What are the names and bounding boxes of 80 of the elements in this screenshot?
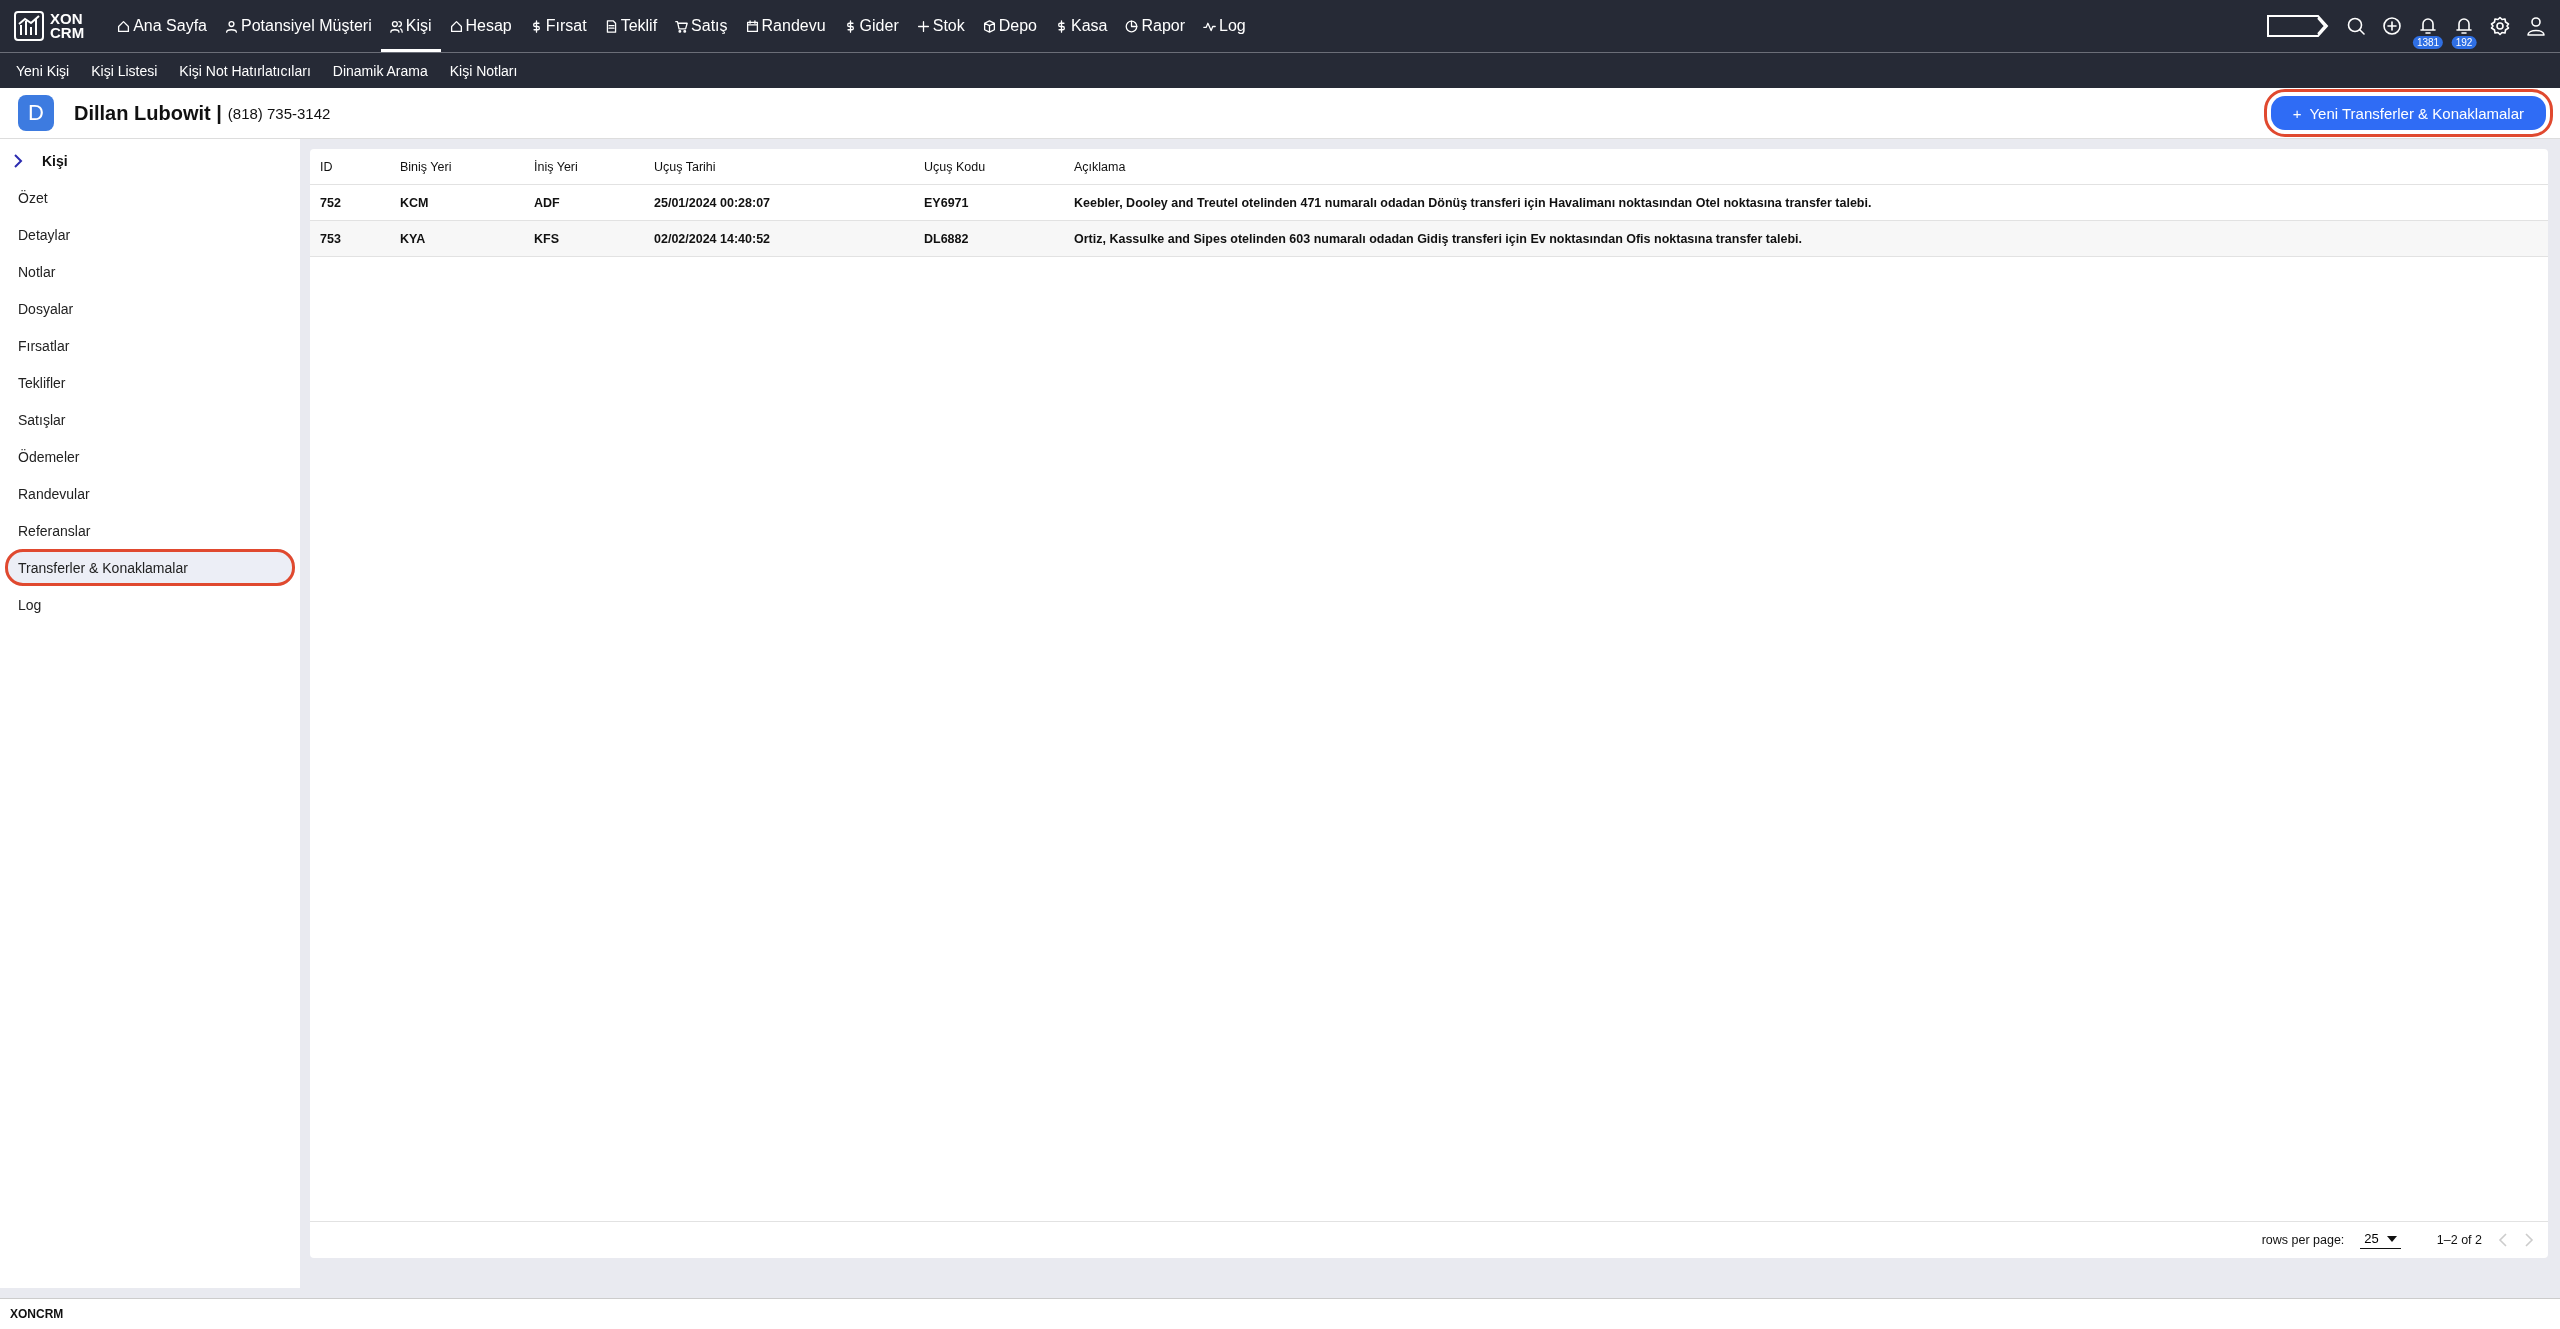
- pie-chart-icon: [1125, 19, 1139, 33]
- status-bar: XONCRM: [0, 1298, 2560, 1329]
- sidebar-item[interactable]: Satışlar: [5, 401, 295, 438]
- dollar-icon: [1055, 19, 1068, 33]
- column-header: Uçuş Tarihi: [644, 149, 914, 185]
- table-cell: DL6882: [914, 220, 1064, 257]
- page-range: 1–2 of 2: [2436, 1233, 2482, 1247]
- sidebar-item[interactable]: Transferler & Konaklamalar: [5, 549, 295, 586]
- sidebar-item[interactable]: Referanslar: [5, 512, 295, 549]
- nav-tab[interactable]: Satış: [666, 0, 737, 52]
- nav-tab[interactable]: Rapor: [1116, 0, 1195, 52]
- sidebar-item[interactable]: Dosyalar: [5, 290, 295, 327]
- table-cell: 753: [310, 220, 390, 257]
- sidebar-item[interactable]: Detaylar: [5, 216, 295, 253]
- sidebar-title: Kişi: [42, 153, 68, 169]
- contact-name: Dillan Lubowit |: [74, 101, 222, 125]
- table-cell: ADF: [524, 184, 644, 221]
- nav-tab[interactable]: Kasa: [1046, 0, 1117, 52]
- rows-per-page-label: rows per page:: [2261, 1233, 2345, 1247]
- sub-nav-link[interactable]: Kişi Notları: [441, 62, 526, 79]
- bell-icon[interactable]: [2418, 16, 2438, 36]
- search-icon[interactable]: [2346, 16, 2366, 36]
- sub-nav-link[interactable]: Dinamik Arama: [324, 62, 436, 79]
- table-cell: Keebler, Dooley and Treutel otelinden 471 numaralı odadan Dönüş transferi için Havalimanı noktasından Otel noktasına transfer talebi.: [1064, 184, 2548, 221]
- column-header: ID: [310, 149, 390, 185]
- user-icon[interactable]: [2526, 16, 2546, 36]
- table-cell: KYA: [390, 220, 524, 257]
- nav-tab[interactable]: Fırsat: [520, 0, 596, 52]
- nav-tab[interactable]: Hesap: [440, 0, 521, 52]
- nav-tab[interactable]: Stok: [907, 0, 974, 52]
- nav-tab[interactable]: Teklif: [595, 0, 667, 52]
- sidebar-item[interactable]: Log: [5, 586, 295, 623]
- count-badge: 192: [2451, 36, 2477, 49]
- nav-tab[interactable]: Potansiyel Müşteri: [216, 0, 381, 52]
- brand-name: XON CRM: [50, 12, 85, 40]
- arrow-icon: [2266, 14, 2330, 38]
- column-header: Uçuş Kodu: [914, 149, 1064, 185]
- rows-per-page-select[interactable]: 25: [2360, 1231, 2401, 1249]
- nav-tab[interactable]: Gider: [834, 0, 908, 52]
- cart-icon: [675, 19, 689, 33]
- table-cell: EY6971: [914, 184, 1064, 221]
- column-header: İniş Yeri: [524, 149, 644, 185]
- sub-nav-link[interactable]: Kişi Not Hatırlatıcıları: [171, 62, 319, 79]
- nav-tab[interactable]: Ana Sayfa: [108, 0, 216, 52]
- box-icon: [982, 19, 996, 33]
- dropdown-caret-icon: [2386, 1235, 2397, 1242]
- column-header: Biniş Yeri: [390, 149, 524, 185]
- nav-tab[interactable]: Randevu: [736, 0, 835, 52]
- people-icon: [389, 19, 403, 33]
- person-icon: [225, 19, 238, 33]
- sub-nav-link[interactable]: Yeni Kişi: [8, 62, 78, 79]
- plus-icon: [916, 19, 930, 33]
- column-header: Açıklama: [1064, 149, 2548, 185]
- bar-chart-logo-icon: [14, 11, 44, 41]
- table-cell: 25/01/2024 00:28:07: [644, 184, 914, 221]
- table-cell: 752: [310, 184, 390, 221]
- calendar-icon: [745, 19, 759, 33]
- table-cell: KCM: [390, 184, 524, 221]
- sidebar-item[interactable]: Randevular: [5, 475, 295, 512]
- sidebar-item[interactable]: Fırsatlar: [5, 327, 295, 364]
- add-icon[interactable]: [2382, 16, 2402, 36]
- nav-tab[interactable]: Depo: [973, 0, 1046, 52]
- sidebar-item[interactable]: Özet: [5, 179, 295, 216]
- contact-avatar: D: [18, 95, 54, 131]
- sidebar-item[interactable]: Ödemeler: [5, 438, 295, 475]
- document-icon: [604, 19, 618, 33]
- home-icon: [449, 19, 463, 33]
- count-badge: 1381: [2412, 36, 2444, 49]
- table-cell: Ortiz, Kassulke and Sipes otelinden 603 numaralı odadan Gidiş transferi için Ev noktasından Ofis noktasına transfer talebi.: [1064, 220, 2548, 257]
- sidebar-item[interactable]: Notlar: [5, 253, 295, 290]
- settings-icon[interactable]: [2490, 16, 2510, 36]
- sub-nav-link[interactable]: Kişi Listesi: [83, 62, 166, 79]
- home-icon: [117, 19, 131, 33]
- chevron-right-icon[interactable]: [12, 153, 24, 169]
- nav-tab[interactable]: Log: [1194, 0, 1255, 52]
- sidebar-item[interactable]: Teklifler: [5, 364, 295, 401]
- bell-icon[interactable]: [2454, 16, 2474, 36]
- contact-phone: (818) 735-3142: [227, 104, 331, 122]
- table-cell: 02/02/2024 14:40:52: [644, 220, 914, 257]
- table-cell: KFS: [524, 220, 644, 257]
